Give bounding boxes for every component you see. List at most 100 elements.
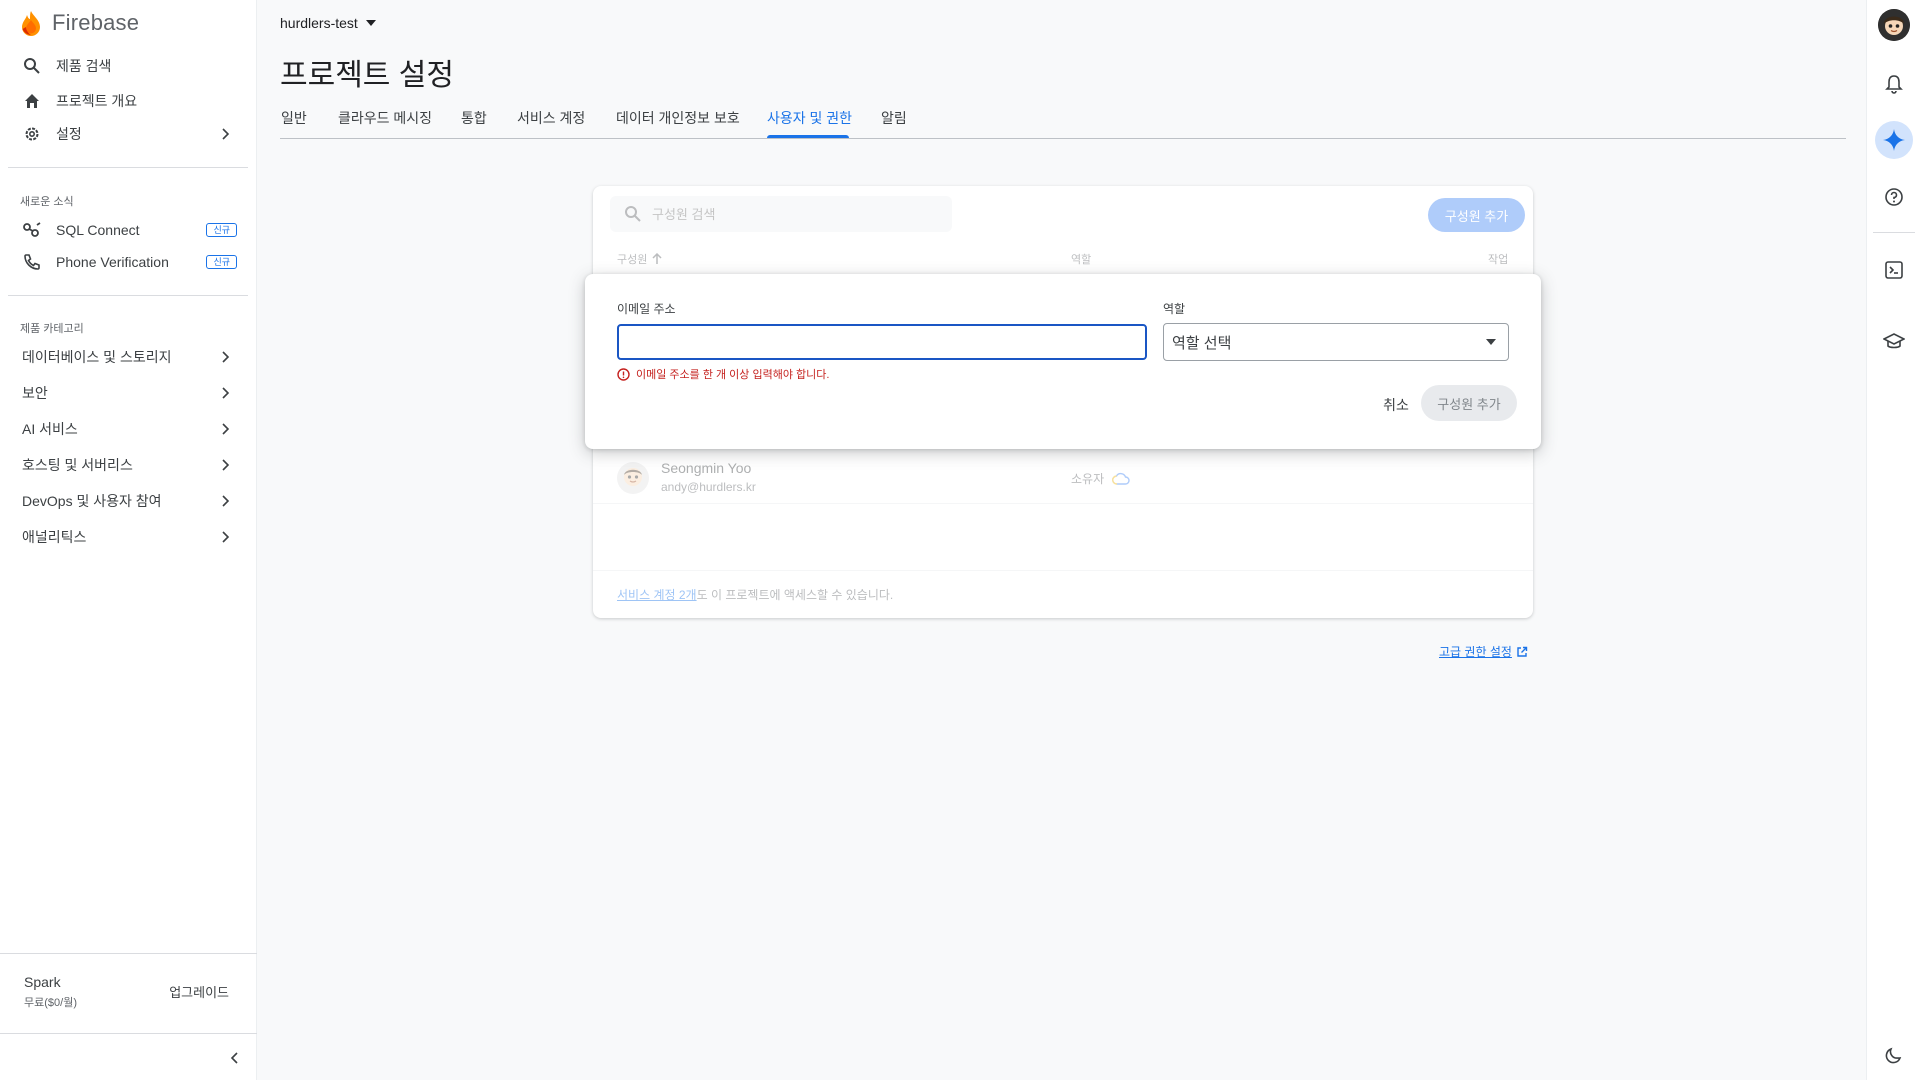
chevron-right-icon [217,385,233,401]
nav-label: SQL Connect [56,222,140,238]
category-security[interactable]: 보안 [0,376,257,410]
plan-price: 무료($0/월) [24,997,77,1009]
column-action: 작업 [1488,254,1509,266]
collapse-bar [0,1033,257,1080]
tab-alerts[interactable]: 알림 [881,108,907,128]
settings-tabs: 일반 클라우드 메시징 통합 서비스 계정 데이터 개인정보 보호 사용자 및 … [280,100,1846,139]
gemini-icon[interactable] [1875,121,1913,159]
tab-cloud-messaging[interactable]: 클라우드 메시징 [338,108,432,128]
caret-down-icon [365,20,376,26]
upgrade-button[interactable]: 업그레이드 [169,982,229,1001]
tab-integrations[interactable]: 통합 [461,108,487,128]
member-role: 소유자 [1071,470,1130,487]
category-label: 보안 [22,385,48,401]
category-devops-engagement[interactable]: DevOps 및 사용자 참여 [0,484,257,518]
project-selector[interactable]: hurdlers-test [280,15,376,31]
cloud-icon [1112,472,1130,486]
rail-divider [1873,232,1915,233]
chevron-right-icon [217,493,233,509]
chevron-right-icon [217,349,233,365]
cancel-button[interactable]: 취소 [1365,387,1427,423]
member-search[interactable] [610,196,952,232]
nav-sql-connect[interactable]: SQL Connect 신규 [0,213,257,247]
card-footer: 서비스 계정 2개 도 이 프로젝트에 액세스할 수 있습니다. [593,570,1533,618]
external-link-icon [1516,646,1528,658]
role-label: 역할 [1163,302,1186,316]
role-select[interactable]: 역할 선택 [1163,323,1509,361]
avatar[interactable] [1878,9,1910,41]
service-accounts-link[interactable]: 서비스 계정 2개 [617,586,697,603]
column-role: 역할 [1071,254,1092,266]
nav-phone-verification[interactable]: Phone Verification 신규 [0,245,257,279]
category-section-label: 제품 카테고리 [20,323,84,335]
nav-product-search[interactable]: 제품 검색 [0,49,257,83]
plan-name: Spark [24,974,61,990]
add-member-submit-button[interactable]: 구성원 추가 [1421,385,1517,421]
column-member[interactable]: 구성원 [617,251,663,267]
add-member-dialog: 이메일 주소 이메일 주소를 한 개 이상 입력해야 합니다. 역할 역할 선택… [585,274,1541,449]
nav-label: Phone Verification [56,254,169,270]
role-text: 소유자 [1071,472,1105,486]
advanced-permissions-link[interactable]: 고급 권한 설정 [1439,643,1528,660]
gear-icon [22,124,42,144]
brand-name: Firebase [52,10,140,35]
nav-project-overview[interactable]: 프로젝트 개요 [0,84,257,118]
learn-icon[interactable] [1879,327,1909,357]
email-field[interactable] [617,324,1147,360]
category-label: DevOps 및 사용자 참여 [22,493,162,509]
collapse-sidebar-icon[interactable] [227,1050,243,1066]
category-ai-services[interactable]: AI 서비스 [0,412,257,446]
member-email: andy@hurdlers.kr [661,480,756,494]
member-search-input[interactable] [652,206,932,222]
chevron-right-icon [217,126,233,142]
news-section-label: 새로운 소식 [20,196,74,208]
plan-panel: Spark 무료($0/월) 업그레이드 [0,953,257,1033]
right-rail [1866,0,1920,1080]
notifications-icon[interactable] [1879,69,1909,99]
home-icon [22,91,42,111]
sidebar-divider [8,167,248,168]
sql-connect-icon [22,220,42,240]
role-select-value: 역할 선택 [1172,334,1232,352]
column-label: 구성원 [617,254,648,266]
active-tab-indicator [767,135,849,138]
chevron-right-icon [217,421,233,437]
link-text: 고급 권한 설정 [1439,645,1512,659]
tab-service-accounts[interactable]: 서비스 계정 [517,108,585,128]
new-badge: 신규 [206,223,237,237]
category-label: AI 서비스 [22,421,78,437]
dark-mode-icon[interactable] [1879,1040,1909,1070]
error-text: 이메일 주소를 한 개 이상 입력해야 합니다. [636,369,830,381]
terminal-icon[interactable] [1879,255,1909,285]
member-name: Seongmin Yoo [661,460,752,476]
email-label: 이메일 주소 [617,302,676,316]
nav-label: 프로젝트 개요 [56,93,138,109]
add-member-button[interactable]: 구성원 추가 [1428,198,1525,232]
category-label: 호스팅 및 서버리스 [22,457,133,473]
category-analytics[interactable]: 애널리틱스 [0,520,257,554]
sort-arrow-up-icon [651,253,663,265]
chevron-right-icon [217,529,233,545]
nav-label: 제품 검색 [56,58,112,74]
email-error: 이메일 주소를 한 개 이상 입력해야 합니다. [617,366,829,382]
nav-settings[interactable]: 설정 [0,117,257,151]
table-row: Seongmin Yoo andy@hurdlers.kr 소유자 [593,452,1533,504]
page-title: 프로젝트 설정 [280,59,454,92]
sidebar-divider [8,295,248,296]
tab-data-privacy[interactable]: 데이터 개인정보 보호 [616,108,740,128]
error-icon [617,367,630,381]
project-name: hurdlers-test [280,15,358,31]
phone-icon [22,252,42,272]
firebase-logo[interactable]: Firebase [20,10,139,36]
category-hosting-serverless[interactable]: 호스팅 및 서버리스 [0,448,257,482]
tab-users-permissions[interactable]: 사용자 및 권한 [767,108,852,128]
category-database-storage[interactable]: 데이터베이스 및 스토리지 [0,340,257,374]
chevron-right-icon [217,457,233,473]
firebase-flame-icon [20,10,42,36]
category-label: 데이터베이스 및 스토리지 [22,349,172,365]
help-icon[interactable] [1879,182,1909,212]
search-icon [22,56,42,76]
category-label: 애널리틱스 [22,529,87,545]
new-badge: 신규 [206,255,237,269]
tab-general[interactable]: 일반 [281,108,307,128]
